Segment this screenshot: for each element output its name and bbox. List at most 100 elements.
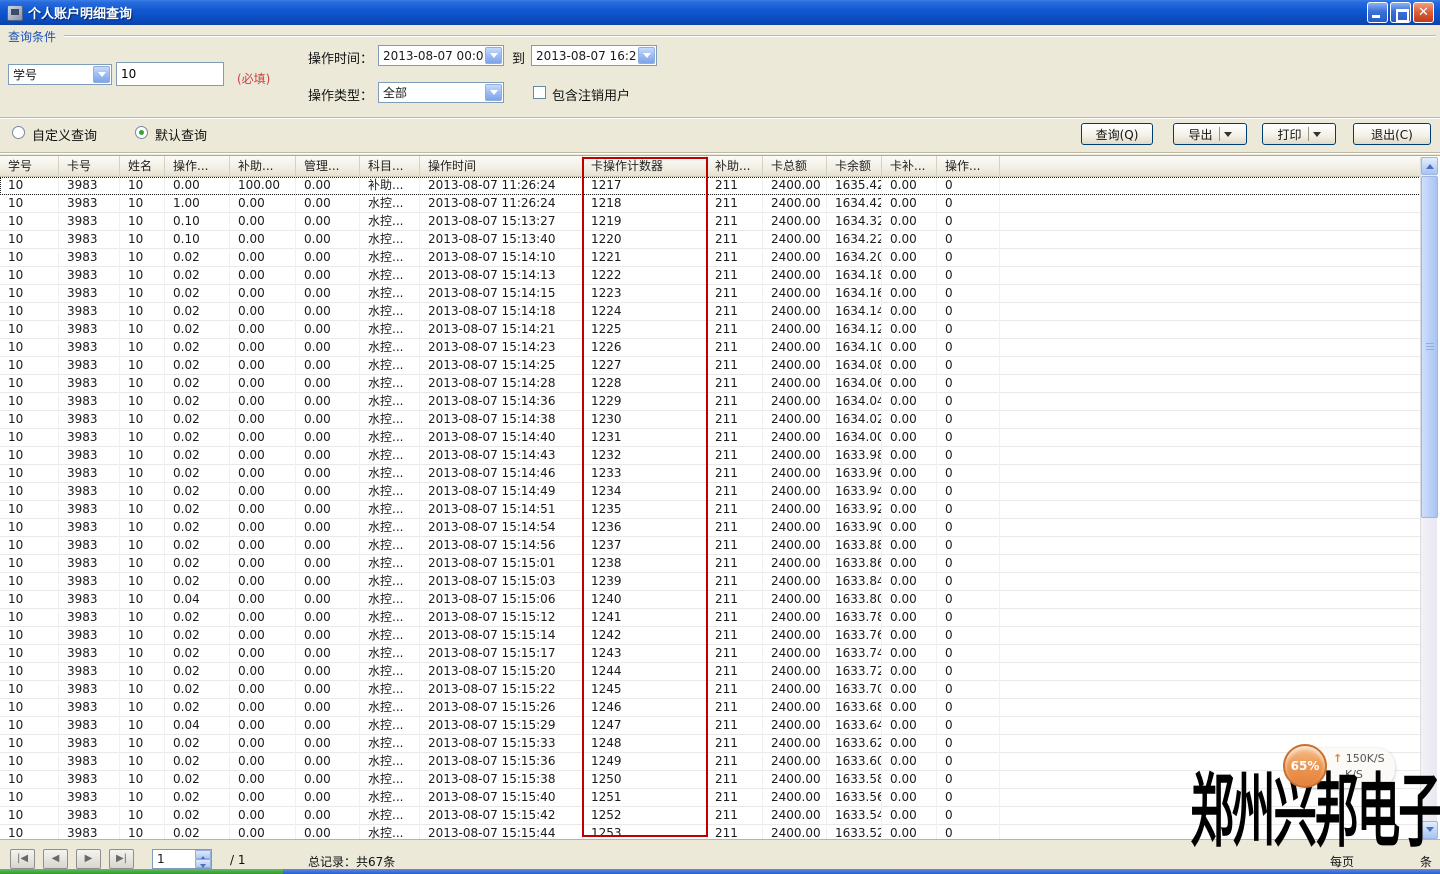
table-row[interactable]: 103983100.020.000.00水控...2013-08-07 15:1… bbox=[0, 609, 1421, 627]
column-header[interactable]: 操作时间 bbox=[420, 156, 583, 177]
column-header[interactable]: 姓名 bbox=[120, 156, 165, 177]
table-row[interactable]: 103983100.020.000.00水控...2013-08-07 15:1… bbox=[0, 681, 1421, 699]
table-row[interactable]: 103983100.020.000.00水控...2013-08-07 15:1… bbox=[0, 537, 1421, 555]
table-cell: 0.02 bbox=[165, 483, 230, 501]
table-row[interactable]: 103983100.020.000.00水控...2013-08-07 15:1… bbox=[0, 249, 1421, 267]
table-row[interactable]: 103983100.020.000.00水控...2013-08-07 15:1… bbox=[0, 339, 1421, 357]
time-from-dropdown[interactable]: 2013-08-07 00:00 bbox=[378, 45, 504, 66]
operation-type-dropdown[interactable]: 全部 bbox=[378, 82, 504, 103]
table-row[interactable]: 103983100.020.000.00水控...2013-08-07 15:1… bbox=[0, 645, 1421, 663]
table-row[interactable]: 103983100.020.000.00水控...2013-08-07 15:1… bbox=[0, 375, 1421, 393]
row-filler bbox=[1000, 447, 1421, 465]
chevron-down-icon[interactable] bbox=[1224, 132, 1232, 141]
table-row[interactable]: 103983100.100.000.00水控...2013-08-07 15:1… bbox=[0, 231, 1421, 249]
table-cell: 10 bbox=[0, 699, 59, 717]
column-header[interactable]: 卡余额 bbox=[827, 156, 882, 177]
chevron-down-icon[interactable] bbox=[485, 84, 502, 101]
table-row[interactable]: 103983100.020.000.00水控...2013-08-07 15:1… bbox=[0, 303, 1421, 321]
table-cell: 水控... bbox=[360, 789, 420, 807]
column-header[interactable]: 卡号 bbox=[59, 156, 120, 177]
column-header[interactable]: 管理... bbox=[296, 156, 360, 177]
table-row[interactable]: 103983100.020.000.00水控...2013-08-07 15:1… bbox=[0, 267, 1421, 285]
column-header[interactable]: 补助... bbox=[230, 156, 296, 177]
spin-up-icon[interactable] bbox=[195, 850, 211, 859]
start-button-edge[interactable] bbox=[0, 869, 283, 874]
table-cell: 水控... bbox=[360, 321, 420, 339]
query-button[interactable]: 查询(Q) bbox=[1081, 123, 1153, 145]
default-query-radio[interactable] bbox=[135, 126, 148, 139]
table-cell: 10 bbox=[120, 573, 165, 591]
table-row[interactable]: 103983100.020.000.00水控...2013-08-07 15:1… bbox=[0, 285, 1421, 303]
table-row[interactable]: 103983100.040.000.00水控...2013-08-07 15:1… bbox=[0, 591, 1421, 609]
table-cell: 2013-08-07 15:15:01 bbox=[420, 555, 583, 573]
table-cell: 2013-08-07 11:26:24 bbox=[420, 195, 583, 213]
next-page-button[interactable]: ▶ bbox=[76, 849, 101, 869]
column-header[interactable]: 操作... bbox=[937, 156, 1000, 177]
table-header-row[interactable]: 学号卡号姓名操作...补助...管理...科目...操作时间卡操作计数器补助..… bbox=[0, 156, 1421, 177]
column-header[interactable]: 学号 bbox=[0, 156, 59, 177]
table-row[interactable]: 103983100.020.000.00水控...2013-08-07 15:1… bbox=[0, 555, 1421, 573]
first-page-button[interactable]: |◀ bbox=[10, 849, 35, 869]
table-row[interactable]: 103983100.100.000.00水控...2013-08-07 15:1… bbox=[0, 213, 1421, 231]
table-cell: 水控... bbox=[360, 465, 420, 483]
spin-down-icon[interactable] bbox=[195, 859, 211, 868]
close-button[interactable]: ✕ bbox=[1413, 2, 1434, 23]
table-cell: 2400.00 bbox=[763, 411, 827, 429]
taskbar-strip[interactable] bbox=[0, 869, 1440, 874]
page-number-spinner[interactable]: 1 bbox=[152, 849, 212, 869]
column-header[interactable]: 卡补... bbox=[882, 156, 937, 177]
column-header[interactable]: 操作... bbox=[165, 156, 230, 177]
table-cell: 0.00 bbox=[296, 231, 360, 249]
table-row[interactable]: 103983100.020.000.00水控...2013-08-07 15:1… bbox=[0, 429, 1421, 447]
table-row[interactable]: 103983100.020.000.00水控...2013-08-07 15:1… bbox=[0, 735, 1421, 753]
vertical-scrollbar[interactable] bbox=[1420, 157, 1437, 839]
table-cell: 3983 bbox=[59, 645, 120, 663]
table-row[interactable]: 103983100.020.000.00水控...2013-08-07 15:1… bbox=[0, 519, 1421, 537]
table-row[interactable]: 103983100.020.000.00水控...2013-08-07 15:1… bbox=[0, 627, 1421, 645]
table-cell: 0.00 bbox=[296, 195, 360, 213]
column-header[interactable]: 卡总额 bbox=[763, 156, 827, 177]
time-to-dropdown[interactable]: 2013-08-07 16:21 bbox=[531, 45, 657, 66]
minimize-button[interactable] bbox=[1367, 2, 1388, 23]
export-button[interactable]: 导出 bbox=[1173, 123, 1247, 145]
table-row[interactable]: 103983100.020.000.00水控...2013-08-07 15:1… bbox=[0, 465, 1421, 483]
table-row[interactable]: 103983100.020.000.00水控...2013-08-07 15:1… bbox=[0, 663, 1421, 681]
table-row[interactable]: 103983100.020.000.00水控...2013-08-07 15:1… bbox=[0, 411, 1421, 429]
table-row[interactable]: 103983100.020.000.00水控...2013-08-07 15:1… bbox=[0, 573, 1421, 591]
chevron-down-icon[interactable] bbox=[93, 66, 110, 83]
table-row[interactable]: 103983100.020.000.00水控...2013-08-07 15:1… bbox=[0, 483, 1421, 501]
table-row[interactable]: 103983100.040.000.00水控...2013-08-07 15:1… bbox=[0, 717, 1421, 735]
field-selector-dropdown[interactable]: 学号 bbox=[8, 64, 112, 85]
percent-badge[interactable]: 65% bbox=[1283, 744, 1327, 788]
include-cancelled-checkbox[interactable] bbox=[533, 86, 546, 99]
table-row[interactable]: 103983100.020.000.00水控...2013-08-07 15:1… bbox=[0, 501, 1421, 519]
custom-query-radio[interactable] bbox=[12, 126, 25, 139]
last-page-button[interactable]: ▶| bbox=[109, 849, 134, 869]
scroll-up-button[interactable] bbox=[1421, 157, 1438, 175]
table-row[interactable]: 103983100.020.000.00水控...2013-08-07 15:1… bbox=[0, 321, 1421, 339]
table-row[interactable]: 103983100.00100.000.00补助...2013-08-07 11… bbox=[0, 177, 1421, 195]
table-row[interactable]: 103983100.020.000.00水控...2013-08-07 15:1… bbox=[0, 699, 1421, 717]
chevron-down-icon[interactable] bbox=[638, 47, 655, 64]
table-row[interactable]: 103983101.000.000.00水控...2013-08-07 11:2… bbox=[0, 195, 1421, 213]
restore-button[interactable] bbox=[1390, 2, 1411, 23]
student-id-input[interactable] bbox=[116, 62, 224, 86]
page-number-value[interactable]: 1 bbox=[153, 850, 195, 868]
exit-button[interactable]: 退出(C) bbox=[1353, 123, 1431, 145]
chevron-down-icon[interactable] bbox=[1313, 132, 1321, 141]
table-row[interactable]: 103983100.020.000.00水控...2013-08-07 15:1… bbox=[0, 357, 1421, 375]
table-cell: 水控... bbox=[360, 825, 420, 839]
table-cell: 0.02 bbox=[165, 285, 230, 303]
column-header[interactable]: 卡操作计数器 bbox=[583, 156, 707, 177]
column-header[interactable]: 补助... bbox=[707, 156, 763, 177]
table-cell: 0.02 bbox=[165, 681, 230, 699]
print-button[interactable]: 打印 bbox=[1262, 123, 1336, 145]
prev-page-button[interactable]: ◀ bbox=[43, 849, 68, 869]
column-header[interactable]: 科目... bbox=[360, 156, 420, 177]
table-row[interactable]: 103983100.020.000.00水控...2013-08-07 15:1… bbox=[0, 447, 1421, 465]
table-cell: 0.00 bbox=[882, 825, 937, 839]
table-cell: 10 bbox=[0, 627, 59, 645]
table-row[interactable]: 103983100.020.000.00水控...2013-08-07 15:1… bbox=[0, 393, 1421, 411]
scrollbar-thumb[interactable] bbox=[1421, 176, 1438, 518]
chevron-down-icon[interactable] bbox=[485, 47, 502, 64]
